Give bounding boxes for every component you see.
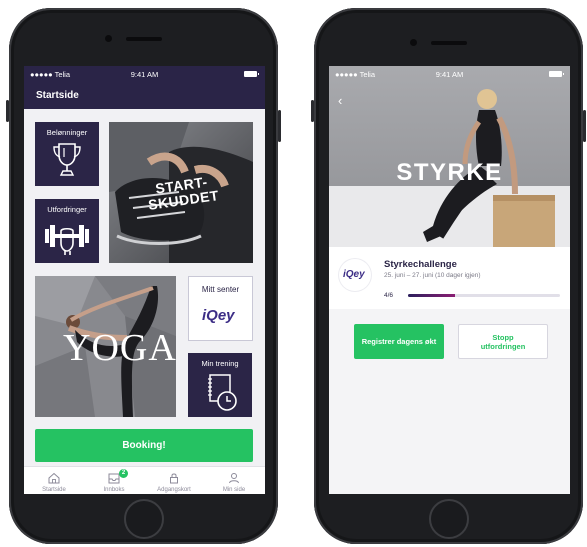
lock-icon [170, 473, 178, 484]
tab-bar: Startside 2 Innboks Adgangskort Min side [24, 466, 265, 494]
my-training-label: Min trening [201, 359, 239, 368]
yoga-title: YOGA [63, 327, 177, 369]
tab-min-side[interactable]: Min side [204, 467, 264, 494]
battery-icon [244, 71, 259, 77]
progress-bar-fill [408, 294, 456, 297]
startskuddet-tile[interactable]: START- SKUDDET [109, 122, 253, 263]
earpiece-speaker [126, 37, 162, 41]
rewards-tile[interactable]: Belønninger [35, 122, 99, 186]
challenge-detail-screen: STYRKE ●●●●● Telia 9:41 AM ‹ iQey Styrke… [329, 66, 570, 494]
clock: 9:41 AM [130, 70, 159, 79]
chevron-left-icon[interactable]: ‹ [338, 93, 342, 108]
tab-label-adgangskort: Adgangskort [157, 487, 191, 493]
iqey-logo: iQey [202, 307, 235, 324]
inbox-badge: 2 [119, 469, 128, 478]
challenges-tile[interactable]: Utfordringer [35, 199, 99, 263]
trophy-icon [53, 143, 81, 176]
stop-challenge-button[interactable]: Stopp utfordringen [458, 324, 548, 359]
rewards-label: Belønninger [46, 128, 88, 137]
tab-innboks[interactable]: 2 Innboks [84, 467, 144, 494]
clock-right: 9:41 AM [435, 70, 464, 79]
booking-button[interactable]: Booking! [35, 429, 253, 462]
stop-label-line-1: Stopp [492, 332, 514, 342]
carrier-label: ●●●●● Telia [30, 70, 71, 79]
right-phone-side-button [311, 100, 314, 122]
my-training-tile[interactable]: Min trening [188, 353, 252, 417]
hero-title: STYRKE [396, 159, 503, 186]
tab-startside[interactable]: Startside [24, 467, 84, 494]
battery-icon-right [549, 71, 564, 77]
status-bar-right: ●●●●● Telia 9:41 AM [329, 66, 570, 83]
challenge-dates: 25. juni – 27. juni (10 dager igjen) [384, 272, 481, 279]
tab-adgangskort[interactable]: Adgangskort [144, 467, 204, 494]
carrier-label-right: ●●●●● Telia [335, 70, 376, 79]
home-button[interactable] [124, 499, 164, 539]
brand-avatar: iQey [339, 259, 371, 291]
user-icon [229, 473, 239, 484]
tab-label-min-side: Min side [222, 487, 246, 493]
tab-label-startside: Startside [42, 487, 66, 493]
front-camera [105, 35, 112, 42]
my-center-tile[interactable]: Mitt senter iQey [188, 276, 253, 341]
home-button-right[interactable] [429, 499, 469, 539]
status-bar: ●●●●● Telia 9:41 AM [24, 66, 265, 83]
progress-bar [408, 294, 560, 297]
strength-training-photo [329, 66, 570, 247]
stop-label-line-2: utfordringen [480, 341, 526, 351]
my-center-label: Mitt senter [201, 285, 240, 294]
register-session-button[interactable]: Registrer dagens økt [354, 324, 444, 359]
nav-bar: Startside [24, 83, 265, 109]
right-phone-power-button [583, 110, 586, 142]
home-screen: ●●●●● Telia 9:41 AM Startside Belønninge… [24, 66, 265, 494]
earpiece-speaker-right [431, 41, 467, 45]
page-title: Startside [36, 90, 79, 101]
challenges-label: Utfordringer [47, 205, 87, 214]
front-camera-right [410, 39, 417, 46]
left-phone-power-button [278, 110, 281, 142]
hero-banner: STYRKE [329, 66, 570, 247]
home-icon [48, 472, 60, 484]
notebook-clock-icon [208, 374, 237, 411]
tab-label-innboks: Innboks [103, 487, 125, 493]
challenge-card: iQey Styrkechallenge 25. juni – 27. juni… [329, 247, 570, 309]
challenge-title: Styrkechallenge [384, 259, 457, 270]
left-phone-side-button [6, 100, 9, 122]
progress-count: 4/6 [384, 292, 394, 299]
dumbbell-icon [45, 225, 89, 255]
iqey-logo-small: iQey [343, 269, 365, 280]
yoga-tile[interactable]: YOGA [35, 276, 176, 417]
